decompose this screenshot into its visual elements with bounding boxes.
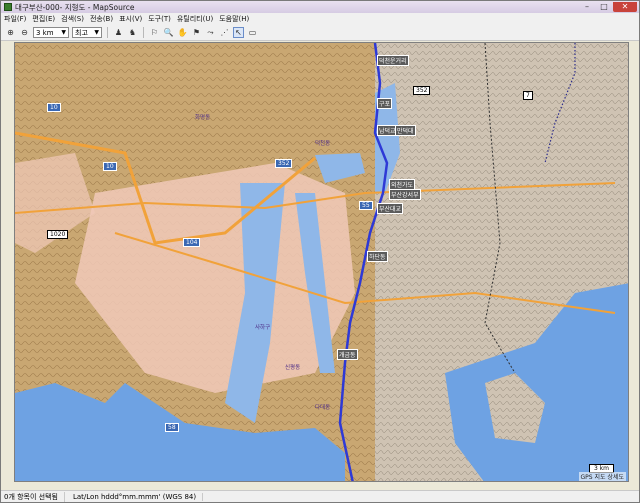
window-title: 대구부산-000- 지형도 - MapSource bbox=[15, 2, 135, 12]
map-set-icon[interactable]: ♟ bbox=[113, 27, 124, 38]
menu-edit[interactable]: 편집(E) bbox=[32, 14, 55, 24]
app-window: 대구부산-000- 지형도 - MapSource – □ ✕ 파일(F) 편집… bbox=[0, 0, 640, 503]
zoom-scale-value: 3 km bbox=[36, 28, 54, 37]
minimize-button[interactable]: – bbox=[579, 2, 595, 12]
toolbar: ⊕ ⊖ 3 km ▼ 최고 ▼ ♟ ♞ ⚐ 🔍 ✋ ⚑ ⤳ ⋰ ↖ ▭ bbox=[1, 25, 639, 41]
status-bar: 0개 항목이 선택됨 Lat/Lon hddd°mm.mmm' (WGS 84) bbox=[1, 490, 639, 502]
road-shield: 352 bbox=[275, 159, 293, 168]
waypoint-label[interactable]: 부산강서부 bbox=[389, 189, 421, 200]
flag-icon[interactable]: ⚑ bbox=[191, 27, 202, 38]
menu-bar: 파일(F) 편집(E) 검색(S) 전송(B) 표시(V) 도구(T) 유틸리티… bbox=[1, 13, 639, 25]
menu-transfer[interactable]: 전송(B) bbox=[90, 14, 113, 24]
chevron-down-icon: ▼ bbox=[94, 29, 99, 36]
map-set-remove-icon[interactable]: ♞ bbox=[127, 27, 138, 38]
zoom-tool-icon[interactable]: 🔍 bbox=[163, 27, 174, 38]
waypoint-label[interactable]: 만덕대 bbox=[395, 125, 416, 136]
menu-file[interactable]: 파일(F) bbox=[4, 14, 26, 24]
toolbar-separator bbox=[107, 27, 108, 38]
zoom-out-icon[interactable]: ⊖ bbox=[19, 27, 30, 38]
detail-value: 최고 bbox=[75, 28, 88, 37]
waypoint-tool-icon[interactable]: ⚐ bbox=[149, 27, 160, 38]
place-label: 다대동 bbox=[315, 405, 331, 411]
zoom-scale-select[interactable]: 3 km ▼ bbox=[33, 27, 69, 38]
waypoint-label[interactable]: 덕천운거리 bbox=[377, 55, 409, 66]
road-shield: 58 bbox=[165, 423, 179, 432]
close-button[interactable]: ✕ bbox=[613, 2, 637, 12]
map-graphic bbox=[15, 43, 628, 481]
road-shield: 104 bbox=[183, 238, 201, 247]
road-shield: 55 bbox=[359, 201, 373, 210]
left-border bbox=[1, 42, 14, 490]
title-bar: 대구부산-000- 지형도 - MapSource – □ ✕ bbox=[1, 1, 639, 13]
waypoint-label[interactable]: 부산대교 bbox=[377, 203, 404, 214]
measure-icon[interactable]: ▭ bbox=[247, 27, 258, 38]
hand-icon[interactable]: ✋ bbox=[177, 27, 188, 38]
selection-status: 0개 항목이 선택됨 bbox=[4, 491, 65, 502]
menu-utilities[interactable]: 유틸리티(U) bbox=[177, 14, 213, 24]
coordinate-format: Lat/Lon hddd°mm.mmm' (WGS 84) bbox=[73, 492, 204, 501]
waypoint-label[interactable]: 하단동 bbox=[367, 251, 388, 262]
place-label: 화명동 bbox=[195, 115, 211, 121]
road-shield: 10 bbox=[47, 103, 61, 112]
road-shield: 10 bbox=[103, 162, 117, 171]
select-icon[interactable]: ↖ bbox=[233, 27, 244, 38]
route-tool-icon[interactable]: ⤳ bbox=[205, 27, 216, 38]
window-controls: – □ ✕ bbox=[579, 2, 637, 12]
right-border bbox=[629, 42, 639, 490]
map-credit: GPS 지도 상세도 bbox=[578, 472, 626, 481]
menu-help[interactable]: 도움말(H) bbox=[219, 14, 249, 24]
place-label: 덕천동 bbox=[315, 141, 331, 147]
road-shield: 7 bbox=[523, 91, 533, 100]
menu-tools[interactable]: 도구(T) bbox=[148, 14, 171, 24]
road-shield: 1020 bbox=[47, 230, 69, 239]
maximize-button[interactable]: □ bbox=[596, 2, 612, 12]
app-icon bbox=[4, 3, 12, 11]
menu-search[interactable]: 검색(S) bbox=[61, 14, 84, 24]
chevron-down-icon: ▼ bbox=[61, 29, 66, 36]
toolbar-separator bbox=[143, 27, 144, 38]
zoom-in-icon[interactable]: ⊕ bbox=[5, 27, 16, 38]
place-label: 사하구 bbox=[255, 325, 271, 331]
waypoint-label[interactable]: 구포 bbox=[377, 98, 393, 109]
waypoint-label[interactable]: 개금동 bbox=[337, 349, 358, 360]
road-shield: 352 bbox=[413, 86, 431, 95]
menu-view[interactable]: 표시(V) bbox=[119, 14, 142, 24]
detail-select[interactable]: 최고 ▼ bbox=[72, 27, 102, 38]
place-label: 신평동 bbox=[285, 365, 301, 371]
track-tool-icon[interactable]: ⋰ bbox=[219, 27, 230, 38]
map-canvas[interactable]: 10 10 104 1020 352 55 7 352 58 덕천운거리 구포 … bbox=[14, 42, 629, 482]
